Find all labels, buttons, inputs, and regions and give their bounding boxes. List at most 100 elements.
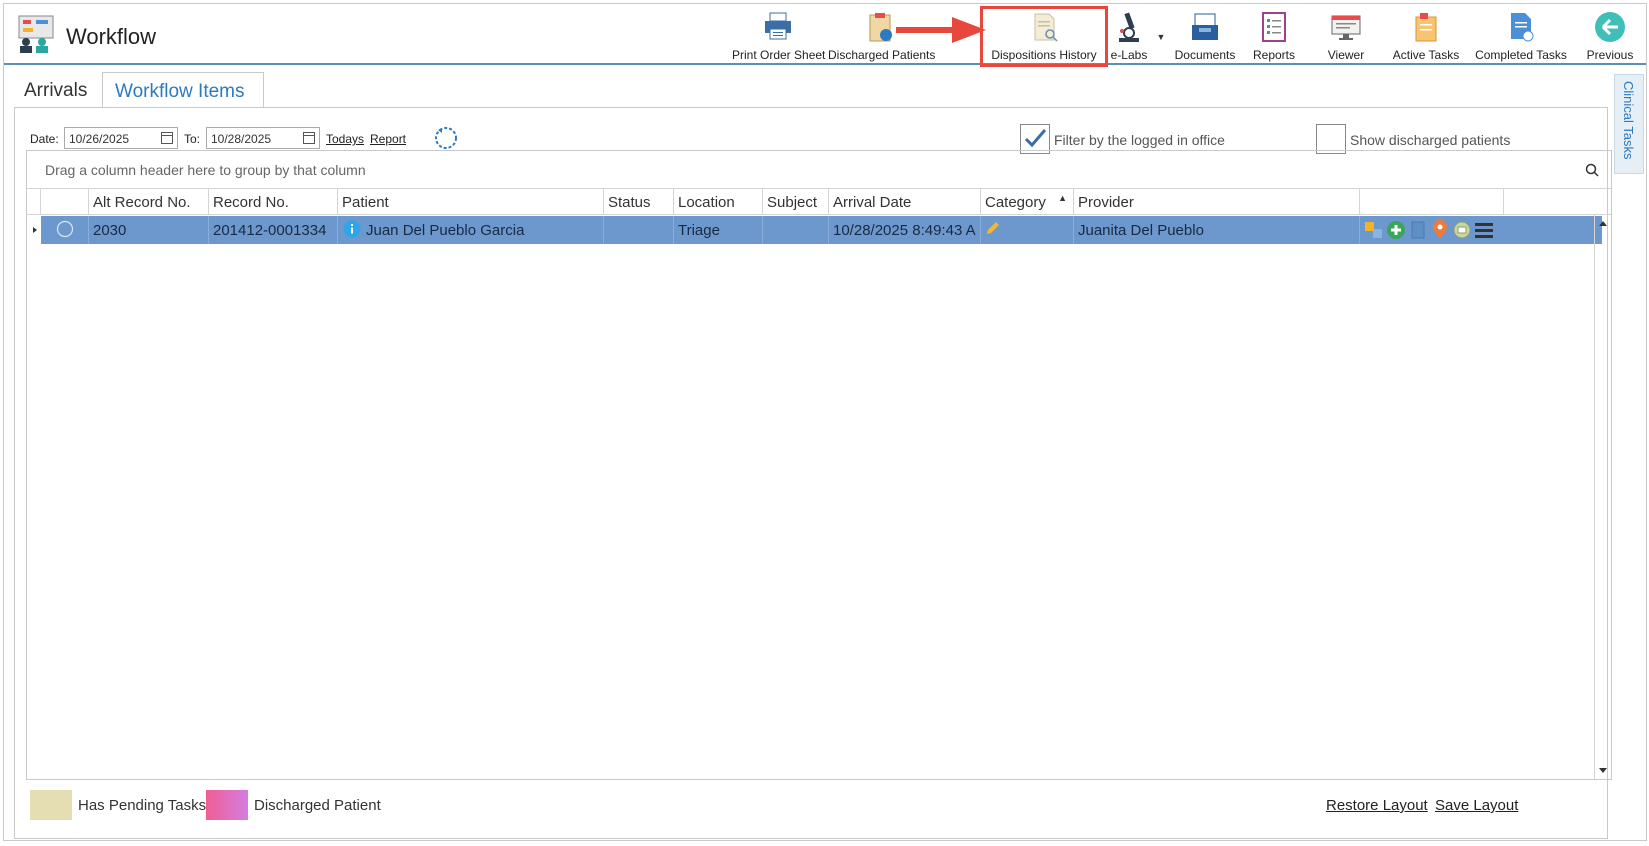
scroll-down-icon[interactable] — [1599, 768, 1607, 773]
report-list-icon — [1262, 12, 1286, 42]
cell-category — [981, 216, 1074, 244]
add-icon[interactable] — [1386, 220, 1406, 240]
e-labs-button[interactable]: e-Labs — [1104, 6, 1154, 62]
radio-circle-icon — [56, 220, 74, 238]
to-label: To: — [184, 132, 201, 146]
monitor-icon — [1331, 15, 1361, 40]
filter-bar: Date: 10/26/2025 To: 10/28/2025 Todays R… — [24, 124, 1604, 154]
toolbar: Print Order Sheet Discharged Patients Di… — [4, 4, 1646, 64]
previous-button[interactable]: Previous — [1582, 6, 1638, 62]
date-from-value: 10/26/2025 — [69, 132, 130, 146]
cell-status — [604, 216, 674, 244]
column-header-provider[interactable]: Provider — [1074, 189, 1360, 215]
show-discharged-label: Show discharged patients — [1350, 132, 1511, 148]
e-labs-label: e-Labs — [1110, 48, 1148, 62]
reports-label: Reports — [1252, 48, 1296, 62]
menu-icon[interactable] — [1474, 220, 1494, 240]
search-icon[interactable] — [1585, 163, 1599, 177]
sort-ascending-icon: ▲ — [1058, 193, 1067, 203]
annotation-highlight-box — [980, 6, 1108, 67]
chevron-down-icon: ▼ — [1156, 32, 1166, 42]
save-layout-link[interactable]: Save Layout — [1435, 797, 1518, 814]
viewer-button[interactable]: Viewer — [1318, 6, 1374, 62]
task-folder-icon — [1415, 13, 1437, 42]
actions-header — [1360, 189, 1504, 215]
pending-tasks-swatch — [30, 790, 72, 820]
group-by-panel[interactable]: Drag a column header here to group by th… — [27, 151, 1611, 189]
row-select-cell[interactable] — [41, 216, 89, 244]
completed-tasks-label: Completed Tasks — [1475, 48, 1567, 62]
transfer-icon[interactable] — [1364, 220, 1384, 240]
scroll-up-icon[interactable] — [1599, 221, 1607, 226]
history-icon[interactable] — [1452, 220, 1472, 240]
workflow-grid: Drag a column header here to group by th… — [26, 150, 1612, 780]
calendar-icon[interactable] — [303, 132, 315, 144]
cell-location: Triage — [674, 216, 763, 244]
discharged-patient-swatch — [206, 790, 248, 820]
pencil-icon[interactable] — [985, 220, 1001, 236]
cell-record: 201412-0001334 — [209, 216, 338, 244]
reports-button[interactable]: Reports — [1244, 6, 1304, 62]
date-from-field[interactable]: 10/26/2025 — [64, 127, 178, 149]
table-row[interactable]: 2030 201412-0001334 Juan Del Pueblo Garc… — [41, 216, 1602, 244]
cell-subject — [763, 216, 829, 244]
cell-alt-record: 2030 — [89, 216, 209, 244]
group-by-prompt: Drag a column header here to group by th… — [45, 162, 366, 178]
side-tab-label: Clinical Tasks — [1621, 81, 1636, 160]
vertical-scrollbar[interactable] — [1594, 215, 1610, 779]
select-header — [41, 189, 89, 215]
checkmark-icon — [1024, 129, 1047, 148]
report-link[interactable]: Report — [370, 132, 406, 146]
column-header-record[interactable]: Record No. — [209, 189, 338, 215]
header-bar: Workflow Print Order Sheet Discharged Pa… — [4, 4, 1646, 67]
discharged-patients-label: Discharged Patients — [828, 48, 936, 62]
cell-arrival-date: 10/28/2025 8:49:43 A — [829, 216, 981, 244]
indicator-header — [27, 189, 41, 215]
filter-logged-office-label: Filter by the logged in office — [1054, 132, 1225, 148]
column-header-category-label: Category — [985, 194, 1046, 211]
column-header-patient[interactable]: Patient — [338, 189, 604, 215]
location-pin-icon[interactable] — [1430, 219, 1450, 239]
column-header-location[interactable]: Location — [674, 189, 763, 215]
column-header-category[interactable]: Category ▲ — [981, 189, 1074, 215]
viewer-label: Viewer — [1327, 48, 1365, 62]
side-tab-clinical-tasks[interactable]: Clinical Tasks — [1614, 74, 1644, 174]
info-icon[interactable] — [343, 220, 361, 238]
date-to-value: 10/28/2025 — [211, 132, 272, 146]
calendar-icon[interactable] — [161, 132, 173, 144]
notes-icon[interactable] — [1408, 220, 1428, 240]
legend-bar: Has Pending Tasks Discharged Patient Res… — [30, 790, 1590, 824]
print-order-sheet-button[interactable]: Print Order Sheet — [732, 6, 826, 62]
completed-document-icon — [1511, 13, 1534, 42]
e-labs-dropdown[interactable]: ▼ — [1154, 6, 1168, 62]
cell-provider: Juanita Del Pueblo — [1074, 216, 1360, 244]
tab-arrivals[interactable]: Arrivals — [14, 72, 102, 108]
microscope-icon — [1119, 12, 1139, 42]
previous-label: Previous — [1586, 48, 1634, 62]
row-actions-cell — [1360, 216, 1502, 244]
documents-label: Documents — [1174, 48, 1236, 62]
refresh-icon[interactable] — [432, 124, 460, 152]
cell-patient: Juan Del Pueblo Garcia — [338, 216, 604, 244]
documents-button[interactable]: Documents — [1170, 6, 1240, 62]
current-row-indicator-icon — [33, 227, 37, 233]
active-tasks-button[interactable]: Active Tasks — [1388, 6, 1464, 62]
annotation-arrow — [896, 17, 986, 43]
date-to-field[interactable]: 10/28/2025 — [206, 127, 320, 149]
tab-workflow-items[interactable]: Workflow Items — [102, 72, 264, 108]
column-header-status[interactable]: Status — [604, 189, 674, 215]
pending-tasks-label: Has Pending Tasks — [78, 797, 207, 814]
todays-link[interactable]: Todays — [326, 132, 364, 146]
grid-header-row: Alt Record No. Record No. Patient Status… — [27, 189, 1611, 215]
column-header-alt-record[interactable]: Alt Record No. — [89, 189, 209, 215]
restore-layout-link[interactable]: Restore Layout — [1326, 797, 1428, 814]
print-order-sheet-label: Print Order Sheet — [732, 48, 826, 62]
inbox-tray-icon — [1192, 13, 1218, 40]
column-header-subject[interactable]: Subject — [763, 189, 829, 215]
date-label: Date: — [30, 132, 59, 146]
back-arrow-icon — [1595, 12, 1625, 42]
completed-tasks-button[interactable]: Completed Tasks — [1472, 6, 1570, 62]
printer-icon — [765, 12, 791, 40]
column-header-arrival-date[interactable]: Arrival Date — [829, 189, 981, 215]
workflow-window: Workflow Print Order Sheet Discharged Pa… — [3, 3, 1647, 841]
